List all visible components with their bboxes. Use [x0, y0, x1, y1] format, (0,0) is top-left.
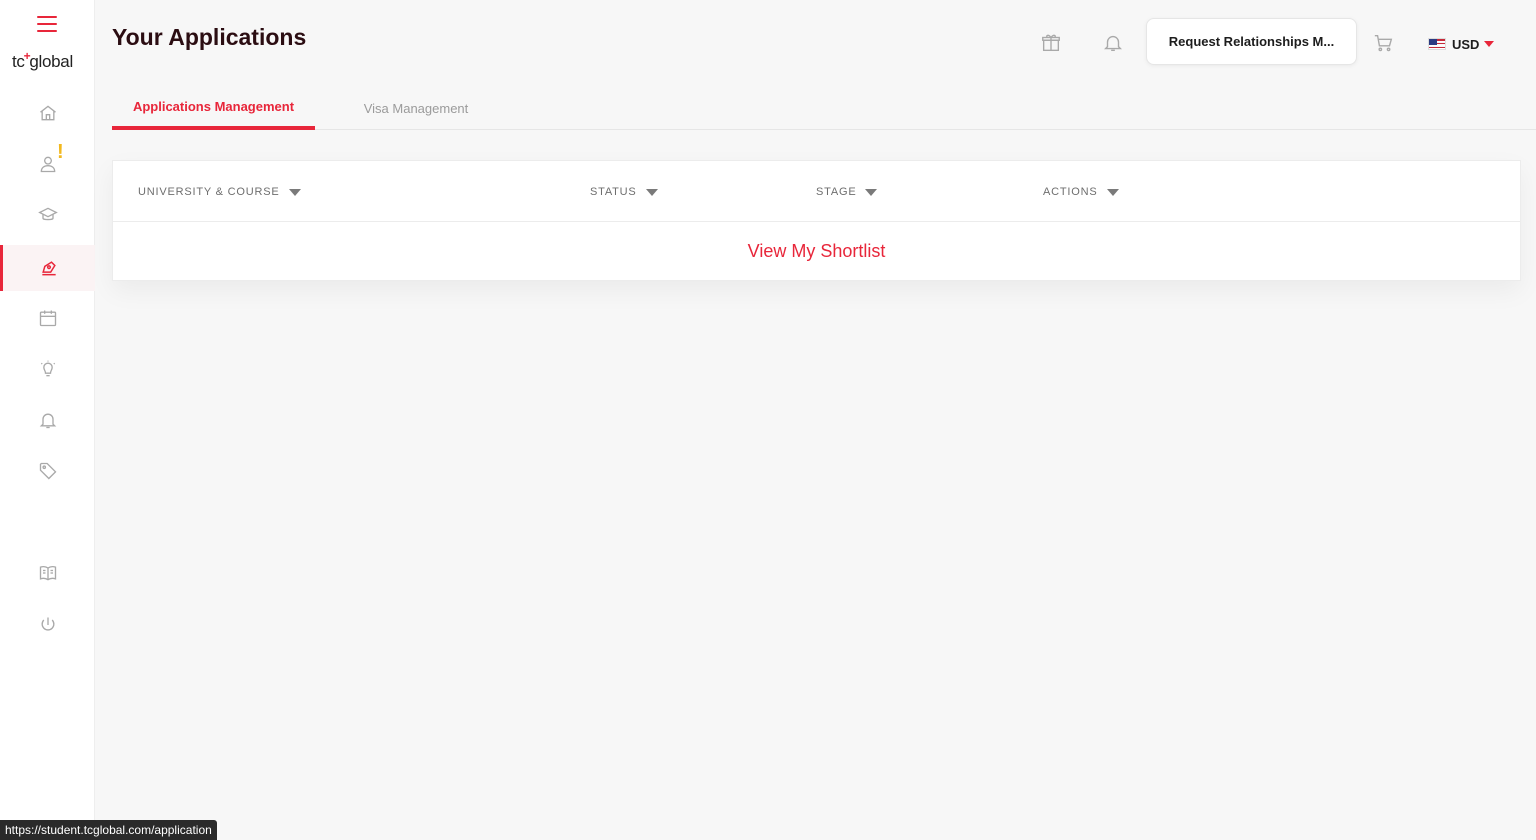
- pen-icon: [42, 261, 56, 276]
- sidebar-item-courses[interactable]: [0, 192, 95, 238]
- sort-caret-icon: [645, 188, 658, 196]
- sort-caret-icon: [865, 188, 878, 196]
- sidebar-item-guides[interactable]: [0, 550, 95, 596]
- sort-caret-icon: [1106, 188, 1119, 196]
- tab-applications-management[interactable]: Applications Management: [112, 86, 315, 130]
- sidebar-item-home[interactable]: [0, 90, 95, 136]
- graduation-cap-icon: [37, 207, 58, 221]
- column-stage[interactable]: STAGE: [816, 186, 878, 198]
- profile-alert-badge: !: [57, 141, 64, 163]
- currency-selector[interactable]: USD: [1428, 35, 1495, 53]
- sidebar-item-offers[interactable]: [0, 448, 95, 494]
- view-shortlist-link[interactable]: View My Shortlist: [113, 222, 1520, 281]
- sidebar-item-ideas[interactable]: [0, 346, 95, 392]
- sidebar-item-notifications[interactable]: [0, 397, 95, 443]
- gift-icon[interactable]: [1040, 32, 1062, 54]
- logo: tc+global: [12, 49, 73, 71]
- tab-visa-management[interactable]: Visa Management: [352, 86, 480, 130]
- menu-icon[interactable]: [37, 16, 57, 34]
- request-relationship-manager-button[interactable]: Request Relationships M...: [1146, 18, 1357, 65]
- currency-label: USD: [1452, 36, 1480, 52]
- table-header: UNIVERSITY & COURSE STATUS STAGE ACTIONS: [113, 161, 1520, 222]
- home-icon: [39, 105, 56, 121]
- chevron-down-icon: [1484, 41, 1495, 47]
- user-icon: [40, 156, 55, 173]
- page-title: Your Applications: [112, 24, 307, 50]
- applications-table: UNIVERSITY & COURSE STATUS STAGE ACTIONS…: [112, 160, 1521, 281]
- column-actions[interactable]: ACTIONS: [1043, 186, 1119, 198]
- book-icon: [39, 565, 56, 581]
- tag-icon: [39, 462, 56, 480]
- status-bar-url: https://student.tcglobal.com/application: [0, 820, 217, 840]
- tab-bar: Applications Management Visa Management: [112, 86, 1536, 130]
- calendar-icon: [39, 310, 56, 327]
- column-status[interactable]: STATUS: [590, 186, 658, 198]
- bell-icon[interactable]: [1102, 32, 1124, 54]
- sidebar-item-calendar[interactable]: [0, 295, 95, 341]
- cart-icon[interactable]: [1373, 32, 1395, 54]
- us-flag-icon: [1428, 38, 1446, 50]
- bell-icon: [39, 413, 56, 429]
- lightbulb-icon: [40, 360, 55, 377]
- sidebar-item-applications[interactable]: [0, 245, 95, 291]
- column-university-course[interactable]: UNIVERSITY & COURSE: [138, 186, 301, 198]
- sidebar: tc+global !: [0, 0, 95, 840]
- power-icon: [41, 617, 54, 631]
- sort-caret-icon: [288, 188, 301, 196]
- sidebar-item-profile[interactable]: !: [0, 141, 95, 187]
- sidebar-item-logout[interactable]: [0, 602, 95, 648]
